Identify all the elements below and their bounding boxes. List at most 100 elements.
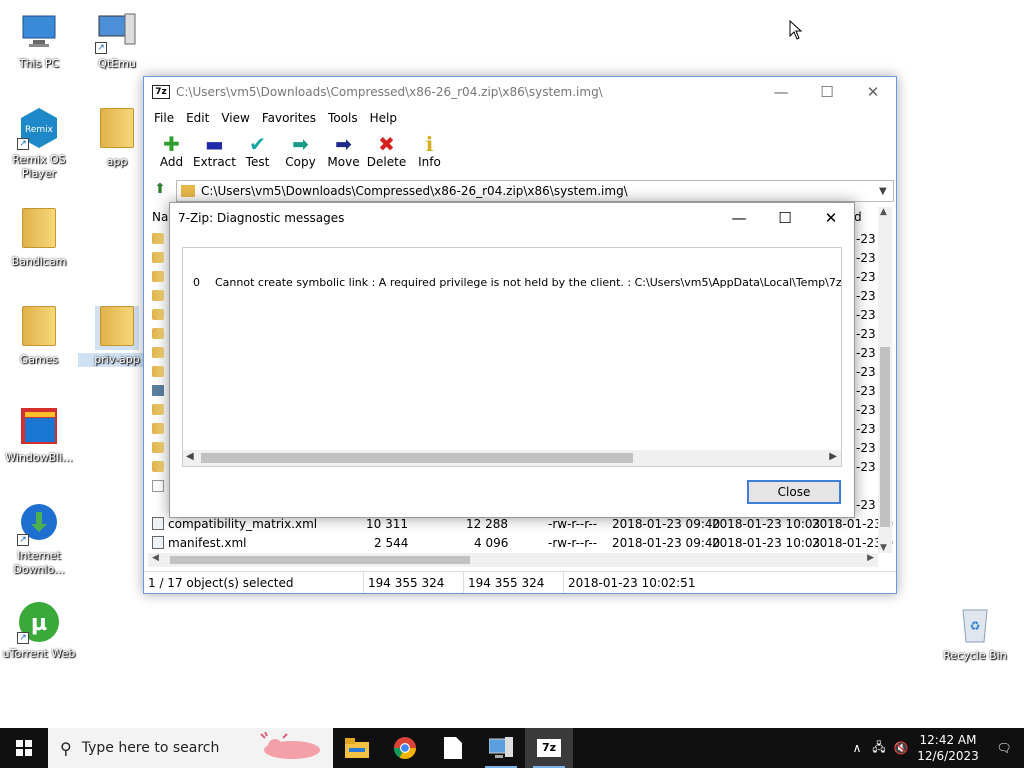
scroll-right-icon[interactable]: ▶	[867, 553, 874, 563]
arrow-right-icon: ➡	[292, 132, 309, 156]
clock[interactable]: 12:42 AM 12/6/2023	[912, 732, 984, 764]
desktop-icon-this-pc[interactable]: This PC	[0, 10, 78, 71]
file-modified: 2018-01-23 10:03	[712, 535, 821, 550]
menu-view[interactable]: View	[215, 111, 255, 125]
scroll-right-icon[interactable]: ▶	[829, 451, 837, 462]
menu-help[interactable]: Help	[364, 111, 403, 125]
minimize-button[interactable]: —	[758, 77, 804, 107]
qtemu-icon: ↗	[95, 10, 139, 54]
file-packed-size: 4 096	[474, 535, 509, 550]
info-button[interactable]: ℹ Info	[408, 129, 451, 179]
svg-text:µ: µ	[31, 611, 47, 636]
address-bar: ⬆ C:\Users\vm5\Downloads\Compressed\x86-…	[144, 179, 896, 203]
test-label: Test	[245, 155, 270, 169]
scroll-thumb[interactable]	[170, 556, 470, 564]
file-name: manifest.xml	[168, 535, 247, 550]
recycle-bin-icon: ♻	[953, 602, 997, 646]
diagnostic-messages-dialog: 7-Zip: Diagnostic messages — ☐ ✕ 0 Canno…	[169, 202, 855, 518]
dialog-minimize-button[interactable]: —	[716, 203, 762, 233]
delete-button[interactable]: ✖ Delete	[365, 129, 408, 179]
desktop-icon-label: Games	[19, 353, 59, 366]
horizontal-scrollbar[interactable]: ◀ ▶	[148, 553, 878, 567]
taskbar-file-explorer[interactable]	[333, 728, 381, 768]
window-title-bar[interactable]: 7z C:\Users\vm5\Downloads\Compressed\x86…	[144, 77, 896, 107]
address-field[interactable]: C:\Users\vm5\Downloads\Compressed\x86-26…	[176, 180, 894, 202]
file-name: compatibility_matrix.xml	[168, 516, 318, 531]
menu-file[interactable]: File	[148, 111, 180, 125]
dialog-title-bar[interactable]: 7-Zip: Diagnostic messages — ☐ ✕	[170, 203, 854, 233]
taskbar-notepad[interactable]	[429, 728, 477, 768]
desktop-icon-bandicam[interactable]: Bandicam	[0, 206, 78, 269]
desktop-icon-idm[interactable]: ↗ Internet Downlo...	[0, 502, 78, 577]
taskbar-chrome[interactable]	[381, 728, 429, 768]
close-window-button[interactable]: ✕	[850, 77, 896, 107]
menu-edit[interactable]: Edit	[180, 111, 215, 125]
maximize-button[interactable]: ☐	[804, 77, 850, 107]
messages-horizontal-scrollbar[interactable]: ◀ ▶	[183, 450, 841, 466]
dialog-title: 7-Zip: Diagnostic messages	[178, 211, 345, 225]
menu-tools[interactable]: Tools	[322, 111, 364, 125]
menu-bar: File Edit View Favorites Tools Help	[144, 107, 896, 129]
axolotl-search-highlight-icon	[260, 732, 320, 759]
scroll-down-icon[interactable]: ▼	[880, 543, 887, 553]
extract-button[interactable]: ▬ Extract	[193, 129, 236, 179]
status-packed: 194 355 324	[464, 572, 564, 593]
scroll-left-icon[interactable]: ◀	[186, 451, 194, 462]
desktop-icon-label: WindowBli...	[5, 451, 73, 464]
xml-file-icon	[152, 536, 164, 549]
file-size: 2 544	[374, 535, 409, 550]
scroll-thumb[interactable]	[201, 453, 633, 463]
messages-list[interactable]: 0 Cannot create symbolic link : A requir…	[182, 247, 842, 467]
status-date: 2018-01-23 10:02:51	[568, 575, 696, 590]
chevron-up-icon[interactable]: ∧	[846, 741, 868, 755]
vertical-scrollbar[interactable]: ▲ ▼	[878, 207, 892, 553]
message-text: Cannot create symbolic link : A required…	[215, 276, 842, 289]
copy-button[interactable]: ➡ Copy	[279, 129, 322, 179]
scroll-up-icon[interactable]: ▲	[880, 207, 887, 217]
shortcut-arrow-icon: ↗	[95, 42, 107, 54]
close-button[interactable]: Close	[747, 480, 841, 504]
network-icon[interactable]: 🖧	[868, 738, 890, 759]
message-row[interactable]: 0 Cannot create symbolic link : A requir…	[193, 276, 842, 289]
add-button[interactable]: ✚ Add	[150, 129, 193, 179]
desktop-icon-utorrent[interactable]: µ ↗ uTorrent Web	[0, 600, 78, 661]
dialog-maximize-button[interactable]: ☐	[762, 203, 808, 233]
dialog-close-x-button[interactable]: ✕	[808, 203, 854, 233]
notification-icon[interactable]: 🗨	[984, 741, 1024, 755]
chrome-icon	[394, 737, 416, 759]
desktop-icon-qtemu[interactable]: ↗ QtEmu	[78, 10, 156, 71]
desktop-icon-games[interactable]: Games	[0, 304, 78, 367]
remix-os-icon: Remix ↗	[17, 106, 61, 150]
column-accessed-header[interactable]: d	[854, 210, 862, 224]
desktop-icon-remix-os[interactable]: Remix ↗ Remix OS Player	[0, 106, 78, 181]
test-button[interactable]: ✔ Test	[236, 129, 279, 179]
menu-favorites[interactable]: Favorites	[256, 111, 322, 125]
up-folder-icon[interactable]: ⬆	[150, 181, 170, 201]
scroll-thumb[interactable]	[880, 347, 890, 527]
minus-icon: ▬	[205, 132, 224, 156]
volume-muted-icon[interactable]: 🔇	[890, 741, 912, 755]
shortcut-arrow-icon: ↗	[17, 138, 29, 150]
internet-download-manager-icon: ↗	[17, 502, 61, 546]
mouse-cursor-icon	[789, 20, 803, 40]
scroll-left-icon[interactable]: ◀	[152, 553, 159, 563]
folder-icon	[17, 208, 61, 252]
window-title: C:\Users\vm5\Downloads\Compressed\x86-26…	[176, 85, 603, 99]
taskbar-search-box[interactable]: ⚲ Type here to search	[48, 728, 333, 768]
arrow-right-dark-icon: ➡	[335, 132, 352, 156]
desktop-icon-label: Remix OS Player	[12, 153, 66, 180]
plus-icon: ✚	[163, 132, 180, 156]
move-button[interactable]: ➡ Move	[322, 129, 365, 179]
status-size: 194 355 324	[364, 572, 464, 593]
start-button[interactable]	[0, 728, 48, 768]
taskbar-remote-desktop[interactable]	[477, 728, 525, 768]
search-placeholder: Type here to search	[81, 740, 220, 756]
chevron-down-icon[interactable]: ▼	[879, 186, 893, 197]
desktop-icon-windowblinds[interactable]: WindowBli...	[0, 404, 78, 465]
file-row[interactable]: manifest.xml 2 544 4 096 -rw-r--r-- 2018…	[152, 533, 893, 552]
taskbar-7zip[interactable]: 7z	[525, 728, 573, 768]
file-attributes: -rw-r--r--	[548, 516, 598, 531]
desktop-icon-recycle-bin[interactable]: ♻ Recycle Bin	[936, 602, 1014, 663]
info-label: Info	[418, 155, 441, 169]
windowblinds-icon	[17, 404, 61, 448]
